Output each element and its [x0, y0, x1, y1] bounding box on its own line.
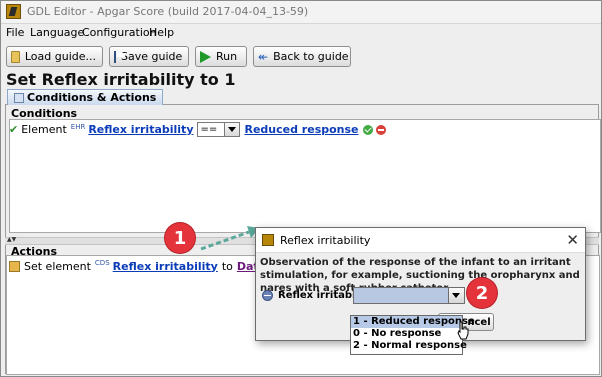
option-normal-response[interactable]: 2 - Normal response — [351, 340, 467, 352]
option-reduced-response[interactable]: 1 - Reduced response — [351, 316, 475, 328]
load-guide-label: Load guide... — [24, 50, 96, 63]
menu-file[interactable]: File — [6, 26, 24, 39]
annotation-badge-1: 1 — [165, 223, 195, 253]
folder-icon — [11, 50, 20, 63]
dialog-title: Reflex irritability — [280, 234, 371, 247]
app-logo-icon — [6, 4, 21, 19]
window-title: GDL Editor - Apgar Score (build 2017-04-… — [27, 5, 309, 18]
annotation-badge-2: 2 — [467, 278, 497, 308]
ok-icon[interactable] — [362, 124, 373, 135]
action-prefix: Set element — [24, 259, 91, 273]
annotation-arrow — [200, 226, 259, 251]
chevron-down-icon — [224, 123, 240, 136]
options-dropdown: 1 - Reduced response 0 - No response 2 -… — [350, 315, 475, 355]
checkmark-icon: ✔ — [9, 123, 19, 136]
title-bar: GDL Editor - Apgar Score (build 2017-04-… — [1, 1, 601, 24]
menu-language[interactable]: Language — [30, 26, 84, 39]
app-logo-icon — [262, 234, 274, 246]
close-icon[interactable]: ✕ — [566, 231, 579, 249]
condition-prefix: Element — [21, 123, 67, 136]
tab-label: Conditions & Actions — [27, 91, 157, 104]
menu-configuration[interactable]: Configuration — [82, 26, 157, 39]
operator-value: == — [200, 124, 218, 135]
dialog-title-bar: Reflex irritability ✕ — [256, 228, 585, 253]
save-guide-label: Save guide — [121, 50, 183, 63]
back-to-guide-button[interactable]: ↞ Back to guide — [253, 46, 351, 67]
run-button[interactable]: Run — [195, 46, 247, 67]
menu-bar: File Language Configuration Help — [1, 24, 601, 42]
back-arrow-icon: ↞ — [258, 49, 269, 64]
load-guide-button[interactable]: Load guide... — [6, 46, 103, 67]
tab-conditions-actions[interactable]: Conditions & Actions — [7, 89, 164, 105]
option-no-response[interactable]: 0 - No response — [351, 328, 462, 340]
delete-icon[interactable] — [375, 124, 386, 135]
globe-icon — [262, 290, 273, 301]
action-to-text: to — [221, 259, 233, 273]
cds-tag: CDS — [94, 259, 110, 267]
condition-row: ✔ Element EHR Reflex irritability == Red… — [9, 122, 386, 137]
splitter-arrows-icon[interactable]: ▲▼ — [7, 236, 16, 243]
run-label: Run — [216, 50, 238, 63]
pencil-icon — [9, 260, 20, 272]
tab-icon — [14, 92, 24, 103]
condition-value-link[interactable]: Reduced response — [244, 123, 358, 136]
play-icon — [200, 50, 211, 63]
action-element-link[interactable]: Reflex irritability — [113, 260, 218, 273]
app-window: GDL Editor - Apgar Score (build 2017-04-… — [0, 0, 602, 377]
page-title: Set Reflex irritability to 1 — [6, 70, 236, 89]
back-to-guide-label: Back to guide — [273, 50, 349, 63]
save-guide-button[interactable]: Save guide — [109, 46, 189, 67]
chevron-down-icon — [448, 288, 464, 303]
hand-cursor-icon — [457, 321, 469, 340]
toolbar: Load guide... Save guide Run ↞ Back to g… — [1, 43, 601, 69]
menu-help[interactable]: Help — [149, 26, 174, 39]
ehr-tag: EHR — [70, 122, 86, 131]
reflex-irritability-select[interactable] — [353, 287, 465, 304]
operator-select[interactable]: == — [197, 122, 241, 137]
save-icon — [114, 50, 125, 63]
condition-element-link[interactable]: Reflex irritability — [88, 123, 193, 136]
